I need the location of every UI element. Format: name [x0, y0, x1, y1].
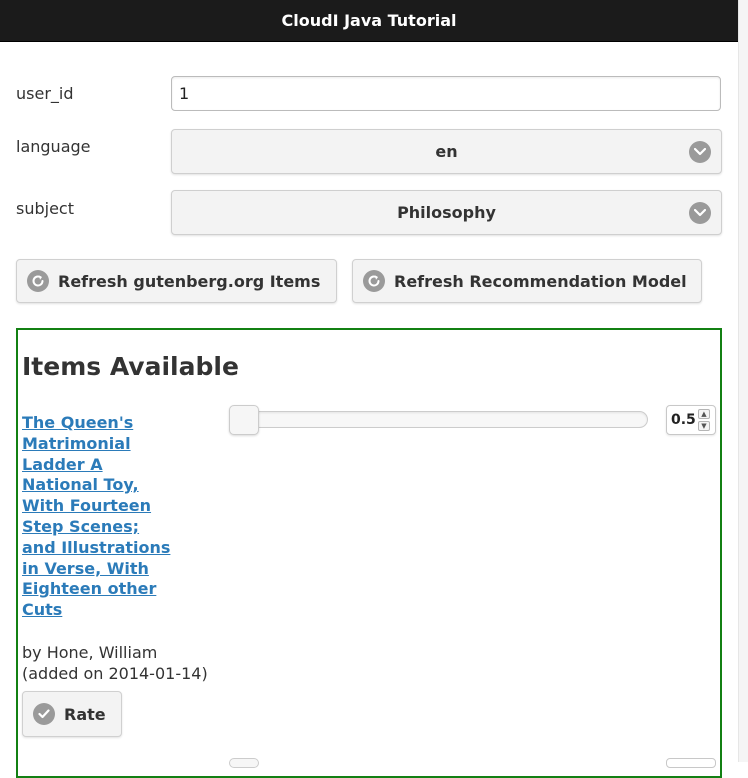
rating-slider-handle[interactable]	[229, 758, 259, 768]
refresh-items-button[interactable]: Refresh gutenberg.org Items	[16, 259, 337, 303]
refresh-items-label: Refresh gutenberg.org Items	[58, 271, 321, 291]
rating-spinner[interactable]: 0.5 ▲ ▼	[666, 405, 716, 435]
refresh-model-button[interactable]: Refresh Recommendation Model	[352, 259, 702, 303]
language-label: language	[16, 137, 91, 156]
language-select[interactable]: en	[171, 129, 722, 174]
subject-label: subject	[16, 199, 74, 218]
subject-selected-value: Philosophy	[397, 203, 496, 222]
language-selected-value: en	[435, 142, 458, 161]
rating-slider-track[interactable]	[231, 411, 648, 428]
rate-button[interactable]: Rate	[22, 691, 122, 737]
page-scrollbar[interactable]	[738, 0, 748, 762]
chevron-down-icon[interactable]: ▼	[698, 421, 710, 431]
app-title: CloudI Java Tutorial	[281, 11, 457, 30]
check-icon	[33, 703, 55, 725]
subject-select[interactable]: Philosophy	[171, 190, 722, 235]
refresh-model-label: Refresh Recommendation Model	[394, 271, 687, 291]
item-meta: by Hone, William (added on 2014-01-14)	[22, 642, 222, 684]
rating-value: 0.5	[671, 412, 696, 428]
user-id-label: user_id	[16, 84, 74, 103]
chevron-down-icon	[689, 140, 711, 163]
refresh-icon	[363, 270, 385, 292]
chevron-down-icon	[689, 201, 711, 224]
rating-slider-handle[interactable]	[229, 405, 259, 435]
rate-button-label: Rate	[64, 704, 106, 724]
item-title-link[interactable]: The Queen's Matrimonial Ladder A Nationa…	[22, 413, 172, 621]
items-title: Items Available	[22, 352, 239, 381]
item-author: by Hone, William	[22, 643, 158, 662]
user-id-input[interactable]	[171, 76, 721, 111]
item-added-date: (added on 2014-01-14)	[22, 664, 208, 683]
refresh-icon	[27, 270, 49, 292]
chevron-up-icon[interactable]: ▲	[698, 409, 710, 419]
app-header: CloudI Java Tutorial	[0, 0, 738, 42]
rating-spinner[interactable]	[666, 758, 716, 768]
